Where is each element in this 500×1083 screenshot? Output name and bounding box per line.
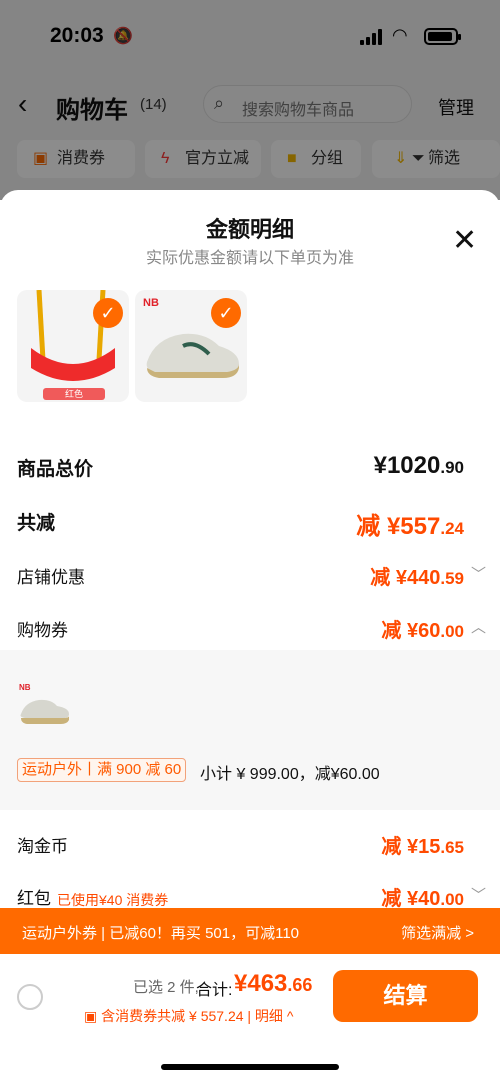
chevron-down-icon[interactable]: ﹀ [471, 563, 486, 584]
color-tag: 红色 [43, 388, 105, 400]
checked-icon[interactable]: ✓ [211, 298, 241, 328]
row-store-discount[interactable]: 店铺优惠 减 ¥440.59 ﹀ [0, 555, 500, 595]
value-int: 减 ¥440 [370, 567, 441, 589]
row-total-discount: 共减 减 ¥557.24 [0, 500, 500, 540]
value-int: ¥1020 [373, 452, 441, 479]
row-gold-coin: 淘金币 减 ¥15.65 [0, 824, 500, 864]
row-shopping-coupon[interactable]: 购物券 减 ¥60.00 ︿ [0, 608, 500, 648]
coupon-detail-panel: NB 运动户外丨满 900 减 60 小计 ¥ 999.00，减¥60.00 [0, 650, 500, 810]
checked-icon[interactable]: ✓ [93, 298, 123, 328]
chevron-down-icon[interactable]: ﹀ [471, 884, 486, 905]
select-all-radio[interactable] [17, 984, 43, 1010]
item-thumbnail-shoe[interactable]: NB ✓ [135, 290, 247, 402]
row-label: 商品总价 [17, 459, 94, 480]
selected-count: 已选 2 件, [133, 979, 199, 996]
coupon-subtotal: 小计 ¥ 999.00，减¥60.00 [200, 766, 380, 783]
red-packet-note: 已使用¥40 消费券 [57, 892, 169, 908]
total-label: 合计: [196, 982, 233, 999]
row-total-price: 商品总价 ¥1020.90 [0, 446, 500, 486]
svg-text:NB: NB [19, 683, 31, 692]
checkout-button[interactable]: 结算 [333, 970, 478, 1022]
row-label: 店铺优惠 [17, 568, 85, 587]
chevron-up-icon[interactable]: ︿ [471, 616, 486, 637]
total-amount: ¥463.66 [234, 970, 312, 998]
row-value: 减 ¥40.00 [381, 882, 464, 911]
row-value: 减 ¥15.65 [381, 830, 464, 859]
promo-tag: 运动户外丨满 900 减 60 [17, 758, 187, 782]
row-label: 红包 [17, 889, 51, 908]
coupon-summary[interactable]: ▣ 含消费券共减 ¥ 557.24 | 明细 ^ [84, 1006, 293, 1026]
value-dec: .24 [440, 519, 464, 538]
svg-text:NB: NB [143, 297, 159, 309]
sheet-title: 金额明细 [205, 217, 294, 242]
row-value: ¥1020.90 [374, 452, 464, 480]
coupon-banner[interactable]: 运动户外券 | 已减60！再买 501，可减110 筛选满减 > [0, 908, 500, 954]
row-label: 共减 [17, 513, 56, 534]
shoe-thumbnail: NB [19, 683, 69, 724]
row-value: 减 ¥60.00 [381, 614, 464, 643]
value-dec: .00 [440, 890, 464, 909]
value-int: 减 ¥557 [356, 513, 441, 540]
banner-text: 运动户外券 | 已减60！再买 501，可减110 [22, 925, 300, 942]
value-dec: .65 [440, 838, 464, 857]
amount-detail-sheet: 金额明细 实际优惠金额请以下单页为准 ✕ ✓ 红色 NB ✓ 商品总价 ¥102… [0, 190, 500, 1083]
total-int: ¥463 [234, 970, 288, 997]
row-value: 减 ¥440.59 [370, 561, 464, 590]
value-dec: .90 [440, 458, 464, 477]
filter-full-discount-link[interactable]: 筛选满减 > [401, 922, 474, 943]
dim-overlay[interactable] [0, 0, 500, 200]
checkout-bar: 已选 2 件, 合计: ¥463.66 ▣ 含消费券共减 ¥ 557.24 | … [0, 954, 500, 1083]
value-int: 减 ¥60 [381, 620, 441, 642]
total-dec: .66 [287, 975, 313, 995]
close-icon[interactable]: ✕ [452, 226, 477, 256]
row-label: 购物券 [17, 621, 68, 640]
value-int: 减 ¥40 [381, 888, 441, 910]
value-dec: .59 [440, 569, 464, 588]
coupon-icon: ▣ [84, 1008, 102, 1024]
row-value: 减 ¥557.24 [356, 506, 464, 541]
item-thumbnail-swing[interactable]: ✓ 红色 [17, 290, 129, 402]
sheet-subtitle: 实际优惠金额请以下单页为准 [145, 250, 354, 267]
value-dec: .00 [440, 622, 464, 641]
home-indicator [161, 1064, 339, 1070]
value-int: 减 ¥15 [381, 836, 441, 858]
row-label: 淘金币 [17, 837, 68, 856]
coupon-summary-text: 含消费券共减 ¥ 557.24 | 明细 ^ [101, 1008, 294, 1024]
cart-page: 20:03 🔕 ◠ ‹ 购物车 (14) ⌕ 搜索购物车商品 管理 ▣ 消费券 ϟ… [0, 0, 500, 1083]
